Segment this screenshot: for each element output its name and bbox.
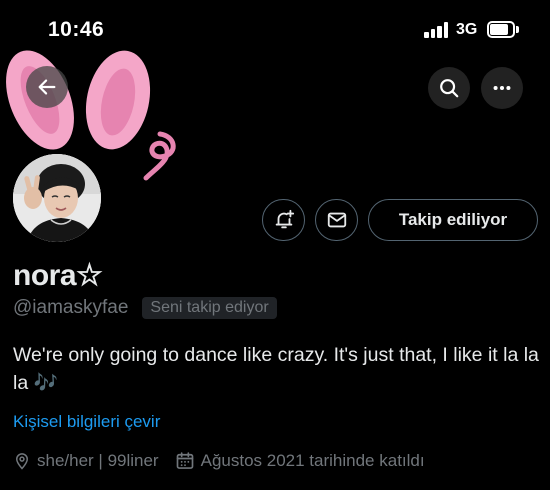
- pronouns-item: she/her | 99liner: [13, 451, 159, 471]
- bell-plus-icon: [275, 209, 294, 229]
- more-icon: [493, 85, 511, 91]
- signal-icon: [424, 22, 450, 38]
- joined-text: Ağustos 2021 tarihinde katıldı: [200, 451, 425, 470]
- search-icon: [440, 79, 459, 98]
- calendar-icon: [176, 452, 193, 469]
- pronouns-text: she/her | 99liner: [37, 451, 159, 470]
- follows-you-badge: Seni takip ediyor: [142, 297, 277, 319]
- avatar-photo: [13, 154, 101, 242]
- profile-meta: she/her | 99liner Ağustos 2021 tarihinde…: [13, 451, 441, 471]
- mail-icon: [327, 212, 346, 228]
- profile-handle: @iamaskyfae: [13, 297, 129, 318]
- message-button[interactable]: [315, 199, 358, 241]
- translate-bio-link[interactable]: Kişisel bilgileri çevir: [13, 412, 160, 432]
- back-arrow-icon: [38, 79, 56, 95]
- avatar[interactable]: [9, 150, 105, 246]
- handle-row: @iamaskyfae Seni takip ediyor: [13, 297, 277, 319]
- more-button[interactable]: [481, 67, 523, 109]
- back-button[interactable]: [26, 66, 68, 108]
- following-button[interactable]: Takip ediliyor: [368, 199, 538, 241]
- joined-item: Ağustos 2021 tarihinde katıldı: [175, 451, 425, 471]
- status-time: 10:46: [48, 18, 105, 41]
- status-bar: 10:46 3G: [0, 0, 550, 60]
- profile-name: nora☆: [13, 259, 103, 292]
- battery-icon: [487, 21, 519, 38]
- notify-button[interactable]: [262, 199, 305, 241]
- location-pin-icon: [15, 453, 29, 470]
- search-button[interactable]: [428, 67, 470, 109]
- profile-bio: We're only going to dance like crazy. It…: [13, 344, 539, 394]
- network-type: 3G: [456, 21, 478, 38]
